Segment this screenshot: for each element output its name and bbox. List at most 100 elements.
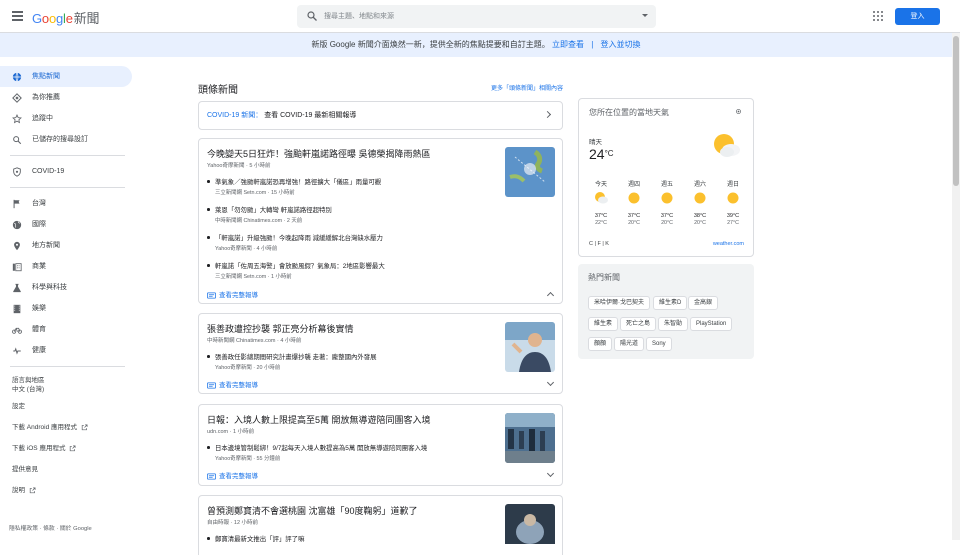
story-thumbnail-weather-map[interactable]: [505, 147, 555, 197]
ios-app-link[interactable]: 下載 iOS 應用程式: [0, 438, 135, 459]
sidebar-item-for-you[interactable]: 為你推薦: [0, 87, 135, 108]
android-app-link[interactable]: 下載 Android 應用程式: [0, 417, 135, 438]
weather-provider-link[interactable]: weather.com: [713, 241, 744, 247]
story-title[interactable]: 日報：入境人數上限提高至5萬 開放無導遊陪同團客入境: [207, 413, 492, 426]
sidebar-item-label: 國際: [32, 221, 46, 228]
sidebar-item-following[interactable]: 追蹤中: [0, 108, 135, 129]
sidebar-item-covid[interactable]: COVID-19: [0, 161, 135, 182]
trending-chip[interactable]: PlayStation: [690, 317, 733, 331]
sub-story-title: 日本邊境管制鬆綁！9/7起每天入境人數提高為5萬 開放無導遊陪同團客入境: [207, 443, 497, 452]
top-bar: Google新聞 搜尋主題、地點和來源 登入: [0, 0, 960, 33]
trending-chip[interactable]: 顏顏: [588, 337, 613, 351]
expand-chevron-icon[interactable]: [546, 469, 555, 478]
sidebar-item-sports[interactable]: 體育: [0, 319, 135, 340]
forecast-day-label: 週五: [660, 182, 673, 188]
sub-story[interactable]: 日本邊境管制鬆綁！9/7起每天入境人數提高為5萬 開放無導遊陪同團客入境 Yah…: [207, 443, 497, 462]
menu-icon[interactable]: [12, 11, 23, 21]
full-coverage-link[interactable]: 查看完整報導: [207, 289, 258, 299]
location-target-icon[interactable]: [735, 108, 742, 115]
sidebar-item-label: 焦點新聞: [32, 73, 60, 80]
signin-button[interactable]: 登入: [895, 8, 940, 25]
sidebar-item-local[interactable]: 地方新聞: [0, 235, 135, 256]
sub-story[interactable]: 準氣象／強颱軒嵐諾恐再增強！路徑擴大「儀區」雨量可觀 三立新聞網 Setn.co…: [207, 177, 497, 196]
sidebar-item-label: 娛樂: [32, 305, 46, 312]
sub-story-title: 準氣象／強颱軒嵐諾恐再增強！路徑擴大「儀區」雨量可觀: [207, 177, 497, 186]
sidebar-item-science-tech[interactable]: 科學與科技: [0, 277, 135, 298]
forecast-high: 37°C: [660, 213, 674, 219]
trending-chip[interactable]: 金高銀: [688, 296, 719, 310]
banner-try-link[interactable]: 立即查看: [552, 40, 584, 49]
logo-letter: o: [41, 11, 49, 26]
search-input[interactable]: 搜尋主題、地點和來源: [324, 11, 394, 21]
full-coverage-link[interactable]: 查看完整報導: [207, 379, 258, 389]
sub-story[interactable]: 張善政任影總期間研究計畫爆抄襲 走著：龐整國內外發展 Yahoo奇摩新聞 · 2…: [207, 352, 497, 371]
story-thumbnail-airport[interactable]: [505, 413, 555, 463]
scrollbar-thumb[interactable]: [953, 36, 959, 186]
sidebar-item-saved-searches[interactable]: 已儲存的搜尋設訂: [0, 129, 135, 150]
sidebar-item-business[interactable]: 商業: [0, 256, 135, 277]
story-card: 曾預測鄭寶清不會選桃園 沈富雄「90度鞠躬」道歉了 自由時報 · 12 小時前 …: [198, 495, 563, 555]
banner-login-link[interactable]: 登入並切換: [601, 40, 641, 49]
trending-chip[interactable]: 維生素: [588, 317, 619, 331]
forecast-high: 38°C: [693, 213, 707, 219]
weather-card: 您所在位置的當地天氣 晴天 24°C 今天 37°C 22°C 週四 37°C …: [578, 98, 754, 257]
trending-title: 熱門新聞: [588, 273, 620, 282]
logo-letter: e: [65, 11, 73, 26]
sidebar-item-top-stories[interactable]: 焦點新聞: [0, 66, 132, 87]
story-title[interactable]: 張善政遭控抄襲 郭正亮分析幕後實情: [207, 322, 492, 335]
chevron-right-icon: [543, 110, 552, 119]
flask-icon: [13, 283, 21, 293]
sidebar-divider: [10, 155, 125, 156]
sidebar-item-label: 健康: [32, 347, 46, 354]
sub-story-source: Yahoo奇摩新聞 · 4 小時前: [215, 246, 278, 252]
expand-chevron-icon[interactable]: [546, 378, 555, 387]
apps-grid-icon[interactable]: [873, 11, 883, 21]
forecast-high: 37°C: [594, 213, 608, 219]
sidebar: 焦點新聞 為你推薦 追蹤中 已儲存的搜尋設訂 COVID-19 台灣 國際 地方…: [0, 66, 135, 501]
help-link[interactable]: 說明: [0, 480, 135, 501]
trending-chip[interactable]: 米哈伊爾·戈巴契夫: [588, 296, 650, 310]
settings-link[interactable]: 設定: [0, 396, 135, 417]
trending-chip[interactable]: 陽光道: [614, 337, 645, 351]
search-options-dropdown-icon[interactable]: [642, 14, 648, 17]
sunny-icon: [694, 192, 706, 204]
feedback-link[interactable]: 提供意見: [0, 459, 135, 480]
sidebar-item-taiwan[interactable]: 台灣: [0, 193, 135, 214]
story-source: 中時新聞網 Chinatimes.com · 4 小時前: [207, 338, 302, 344]
trending-chip[interactable]: 朱智勛: [658, 317, 689, 331]
sidebar-item-label: 台灣: [32, 200, 46, 207]
logo-letter: g: [55, 11, 64, 26]
google-news-logo[interactable]: Google新聞: [32, 8, 100, 27]
footer-links[interactable]: 隱私權政策 · 條款 · 關於 Google: [9, 523, 92, 532]
star-icon: [12, 114, 22, 124]
full-coverage-link[interactable]: 查看完整報導: [207, 470, 258, 480]
covid-news-card[interactable]: COVID-19 新聞： 查看 COVID-19 最新相關報導: [198, 101, 563, 130]
sub-story[interactable]: 軒嵐諾「佐周五海警」會放颱風假？氣象局：2地區影響最大 三立新聞網 Setn.c…: [207, 261, 497, 280]
story-title[interactable]: 曾預測鄭寶清不會選桃園 沈富雄「90度鞠躬」道歉了: [207, 504, 492, 517]
language-region-value[interactable]: 中文 (台灣): [0, 385, 135, 394]
health-icon: [13, 347, 21, 355]
collapse-chevron-icon[interactable]: [546, 291, 555, 300]
sub-story[interactable]: 鄭寶清最新文推出「評」評了嘛: [207, 534, 497, 543]
sidebar-item-entertainment[interactable]: 娛樂: [0, 298, 135, 319]
sunny-icon: [661, 192, 673, 204]
forecast-low: 20°C: [628, 220, 640, 226]
more-top-stories-link[interactable]: 更多「頭條新聞」相關內容: [491, 83, 563, 92]
temperature-unit-switch[interactable]: C | F | K: [589, 241, 609, 247]
story-title[interactable]: 今晚變天5日狂炸！強颱軒嵐諾路徑曝 吳德榮揭降雨熱區: [207, 147, 492, 160]
sidebar-item-world[interactable]: 國際: [0, 214, 135, 235]
sidebar-item-health[interactable]: 健康: [0, 340, 135, 361]
sub-story[interactable]: 萊恩「勿勿颱」大轉彎 軒嵐諾路徑超特別 中時新聞網 Chinatimes.com…: [207, 205, 497, 224]
settings-label: 設定: [12, 403, 25, 410]
sidebar-item-label: 體育: [32, 326, 46, 333]
trending-chip[interactable]: 死亡之島: [620, 317, 657, 331]
section-title: 頭條新聞: [198, 85, 238, 96]
trending-chip[interactable]: Sony: [646, 337, 672, 351]
sidebar-divider: [10, 187, 125, 188]
story-thumbnail-person[interactable]: [505, 322, 555, 372]
sub-story[interactable]: 「軒嵐諾」升級強颱！今晚起降雨 減緩緩解北台灣缺水壓力 Yahoo奇摩新聞 · …: [207, 233, 497, 252]
story-thumbnail-bow[interactable]: [505, 504, 555, 544]
language-region-title[interactable]: 語言與地區: [0, 376, 135, 385]
search-box[interactable]: 搜尋主題、地點和來源: [297, 5, 656, 28]
trending-chip[interactable]: 維生素D: [653, 296, 688, 310]
